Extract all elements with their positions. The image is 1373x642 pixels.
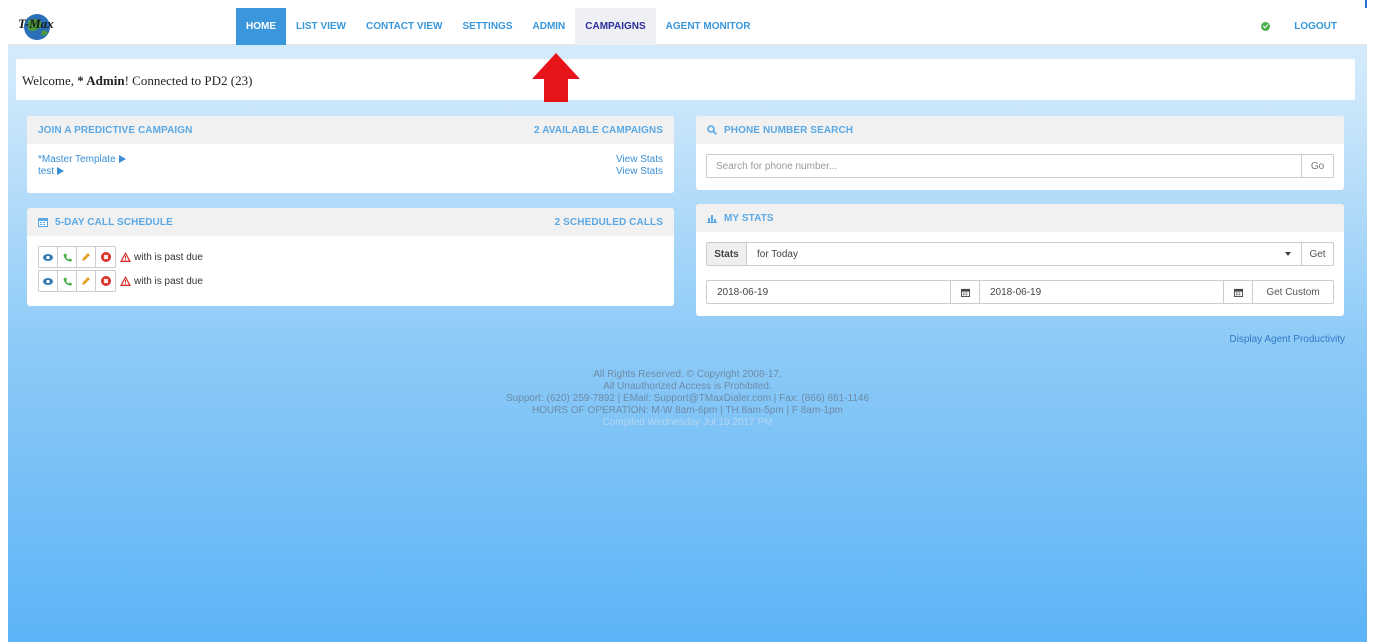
delete-circle-icon[interactable] xyxy=(96,271,115,291)
bar-chart-icon xyxy=(707,215,717,223)
schedule-actions xyxy=(38,270,116,292)
welcome-suffix: ! Connected to PD2 (23) xyxy=(124,73,253,88)
footer-unauthorized: All Unauthorized Access is Prohibited. xyxy=(603,381,772,392)
my-stats-header: MY STATS xyxy=(696,204,1344,232)
past-due-warning: with is past due xyxy=(120,252,203,263)
stats-period-select[interactable]: for Today xyxy=(747,243,1301,265)
join-campaign-title: JOIN A PREDICTIVE CAMPAIGN xyxy=(38,124,193,136)
schedule-row: with is past due xyxy=(38,270,663,292)
warning-triangle-icon xyxy=(120,252,131,262)
display-agent-productivity-link[interactable]: Display Agent Productivity xyxy=(1229,334,1345,345)
phone-search-group: Go xyxy=(706,154,1334,178)
stats-label: Stats xyxy=(707,243,747,265)
play-icon xyxy=(118,155,126,163)
my-stats-panel: MY STATS Stats for Today Get 2018-06-19 … xyxy=(696,204,1344,316)
campaign-name: *Master Template xyxy=(38,154,116,165)
date-from-field[interactable]: 2018-06-19 xyxy=(707,281,950,303)
schedule-list: with is past due with is past due xyxy=(27,236,674,304)
schedule-actions xyxy=(38,246,116,268)
welcome-prefix: Welcome, xyxy=(22,73,78,88)
footer-copyright: All Rights Reserved. © Copyright 2008-17… xyxy=(593,369,782,380)
delete-circle-icon[interactable] xyxy=(96,247,115,267)
logout-button[interactable]: LOGOUT xyxy=(1294,21,1337,32)
stats-period-group: Stats for Today Get xyxy=(706,242,1334,266)
call-schedule-panel: 5-DAY CALL SCHEDULE 2 SCHEDULED CALLS wi… xyxy=(27,208,674,306)
footer-support: Support: (620) 259-7892 | EMail: Support… xyxy=(505,393,870,404)
welcome-user: * Admin xyxy=(77,73,125,88)
chevron-down-icon xyxy=(1285,252,1291,256)
campaign-row: *Master Template View Stats xyxy=(38,154,663,166)
logo-text: T-Max xyxy=(18,16,54,31)
campaign-name: test xyxy=(38,166,55,177)
edit-pencil-icon[interactable] xyxy=(77,247,96,267)
call-phone-icon[interactable] xyxy=(58,247,77,267)
warning-text: with is past due xyxy=(134,251,203,263)
get-stats-button[interactable]: Get xyxy=(1301,243,1333,265)
phone-search-body: Go xyxy=(696,144,1344,188)
schedule-row: with is past due xyxy=(38,246,663,268)
footer-compiled: Compiled Wednesday Jul 19 2017 PM xyxy=(602,417,773,428)
phone-search-input[interactable] xyxy=(707,155,1301,177)
my-stats-body: Stats for Today Get 2018-06-19 2018-06-1… xyxy=(696,232,1344,314)
warning-triangle-icon xyxy=(120,276,131,286)
view-stats-link[interactable]: View Stats xyxy=(616,166,663,178)
page: T-Max HOME LIST VIEW CONTACT VIEW SETTIN… xyxy=(8,8,1367,642)
nav-admin[interactable]: ADMIN xyxy=(523,8,576,45)
phone-search-title: PHONE NUMBER SEARCH xyxy=(724,124,854,136)
get-custom-button[interactable]: Get Custom xyxy=(1253,281,1333,303)
available-campaigns-count: 2 AVAILABLE CAMPAIGNS xyxy=(534,124,663,136)
scheduled-calls-count: 2 SCHEDULED CALLS xyxy=(554,216,663,228)
warning-text: with is past due xyxy=(134,275,203,287)
nav-contact-view[interactable]: CONTACT VIEW xyxy=(356,8,452,45)
my-stats-title: MY STATS xyxy=(724,212,774,224)
view-stats-link[interactable]: View Stats xyxy=(616,154,663,166)
footer-hours: HOURS OF OPERATION: M-W 8am-6pm | TH 8am… xyxy=(532,405,843,416)
join-campaign-header: JOIN A PREDICTIVE CAMPAIGN 2 AVAILABLE C… xyxy=(27,116,674,144)
play-icon xyxy=(57,167,65,175)
stats-period-value: for Today xyxy=(757,248,798,260)
phone-search-header: PHONE NUMBER SEARCH xyxy=(696,116,1344,144)
campaign-link-test[interactable]: test xyxy=(38,166,65,178)
nav-list-view[interactable]: LIST VIEW xyxy=(286,8,356,45)
top-navbar: T-Max HOME LIST VIEW CONTACT VIEW SETTIN… xyxy=(8,8,1367,45)
phone-search-panel: PHONE NUMBER SEARCH Go xyxy=(696,116,1344,190)
stats-date-range-group: 2018-06-19 2018-06-19 Get Custom xyxy=(706,280,1334,304)
main-nav: HOME LIST VIEW CONTACT VIEW SETTINGS ADM… xyxy=(236,8,760,45)
nav-settings[interactable]: SETTINGS xyxy=(452,8,522,45)
phone-search-go-button[interactable]: Go xyxy=(1301,155,1333,177)
footer: All Rights Reserved. © Copyright 2008-17… xyxy=(8,369,1367,429)
nav-agent-monitor[interactable]: AGENT MONITOR xyxy=(656,8,761,45)
calendar-icon xyxy=(38,218,48,227)
view-eye-icon[interactable] xyxy=(39,271,58,291)
campaign-list: *Master Template View Stats test View St… xyxy=(27,144,674,188)
edit-pencil-icon[interactable] xyxy=(77,271,96,291)
view-eye-icon[interactable] xyxy=(39,247,58,267)
call-schedule-header: 5-DAY CALL SCHEDULE 2 SCHEDULED CALLS xyxy=(27,208,674,236)
call-phone-icon[interactable] xyxy=(58,271,77,291)
campaign-link-master-template[interactable]: *Master Template xyxy=(38,154,126,166)
join-campaign-panel: JOIN A PREDICTIVE CAMPAIGN 2 AVAILABLE C… xyxy=(27,116,674,193)
welcome-bar: Welcome, * Admin! Connected to PD2 (23) xyxy=(16,59,1355,100)
call-schedule-title: 5-DAY CALL SCHEDULE xyxy=(55,216,173,228)
nav-home[interactable]: HOME xyxy=(236,8,286,45)
date-to-field[interactable]: 2018-06-19 xyxy=(980,281,1223,303)
campaign-row: test View Stats xyxy=(38,166,663,178)
tmax-logo[interactable]: T-Max xyxy=(16,11,58,41)
red-up-arrow-icon xyxy=(532,53,580,102)
connected-check-icon xyxy=(1261,22,1271,31)
calendar-icon[interactable] xyxy=(1223,281,1253,303)
search-icon xyxy=(707,125,717,135)
nav-campaigns[interactable]: CAMPAIGNS xyxy=(575,8,656,45)
past-due-warning: with is past due xyxy=(120,276,203,287)
calendar-icon[interactable] xyxy=(950,281,980,303)
nav-right: LOGOUT xyxy=(1261,8,1337,45)
